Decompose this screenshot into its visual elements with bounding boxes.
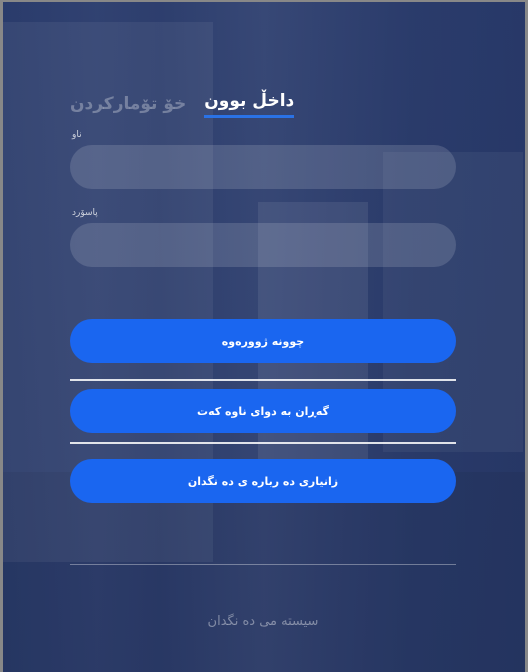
enter-button[interactable]: چوونە ژوورەوە bbox=[70, 319, 456, 363]
divider-2 bbox=[70, 442, 456, 444]
footer-divider bbox=[70, 564, 456, 565]
tab-register[interactable]: خۆ تۆمارکردن bbox=[70, 94, 186, 118]
about-voting-button[interactable]: زانیاری دە ربارە ی دە نگدان bbox=[70, 459, 456, 503]
username-input[interactable] bbox=[70, 145, 456, 189]
footer-text: سیستە می دە نگدان bbox=[207, 614, 319, 629]
tab-login[interactable]: داخڵ بوون bbox=[204, 91, 295, 118]
window-frame: داخڵ بوون خۆ تۆمارکردن ناو پاسۆرد چوونە … bbox=[0, 0, 528, 672]
search-name-button[interactable]: گەڕان بە دوای ناوە کەت bbox=[70, 389, 456, 433]
username-label: ناو bbox=[72, 130, 82, 140]
divider-1 bbox=[70, 379, 456, 381]
password-input[interactable] bbox=[70, 223, 456, 267]
password-label: پاسۆرد bbox=[72, 208, 98, 218]
auth-tabs: داخڵ بوون خۆ تۆمارکردن bbox=[70, 88, 456, 118]
